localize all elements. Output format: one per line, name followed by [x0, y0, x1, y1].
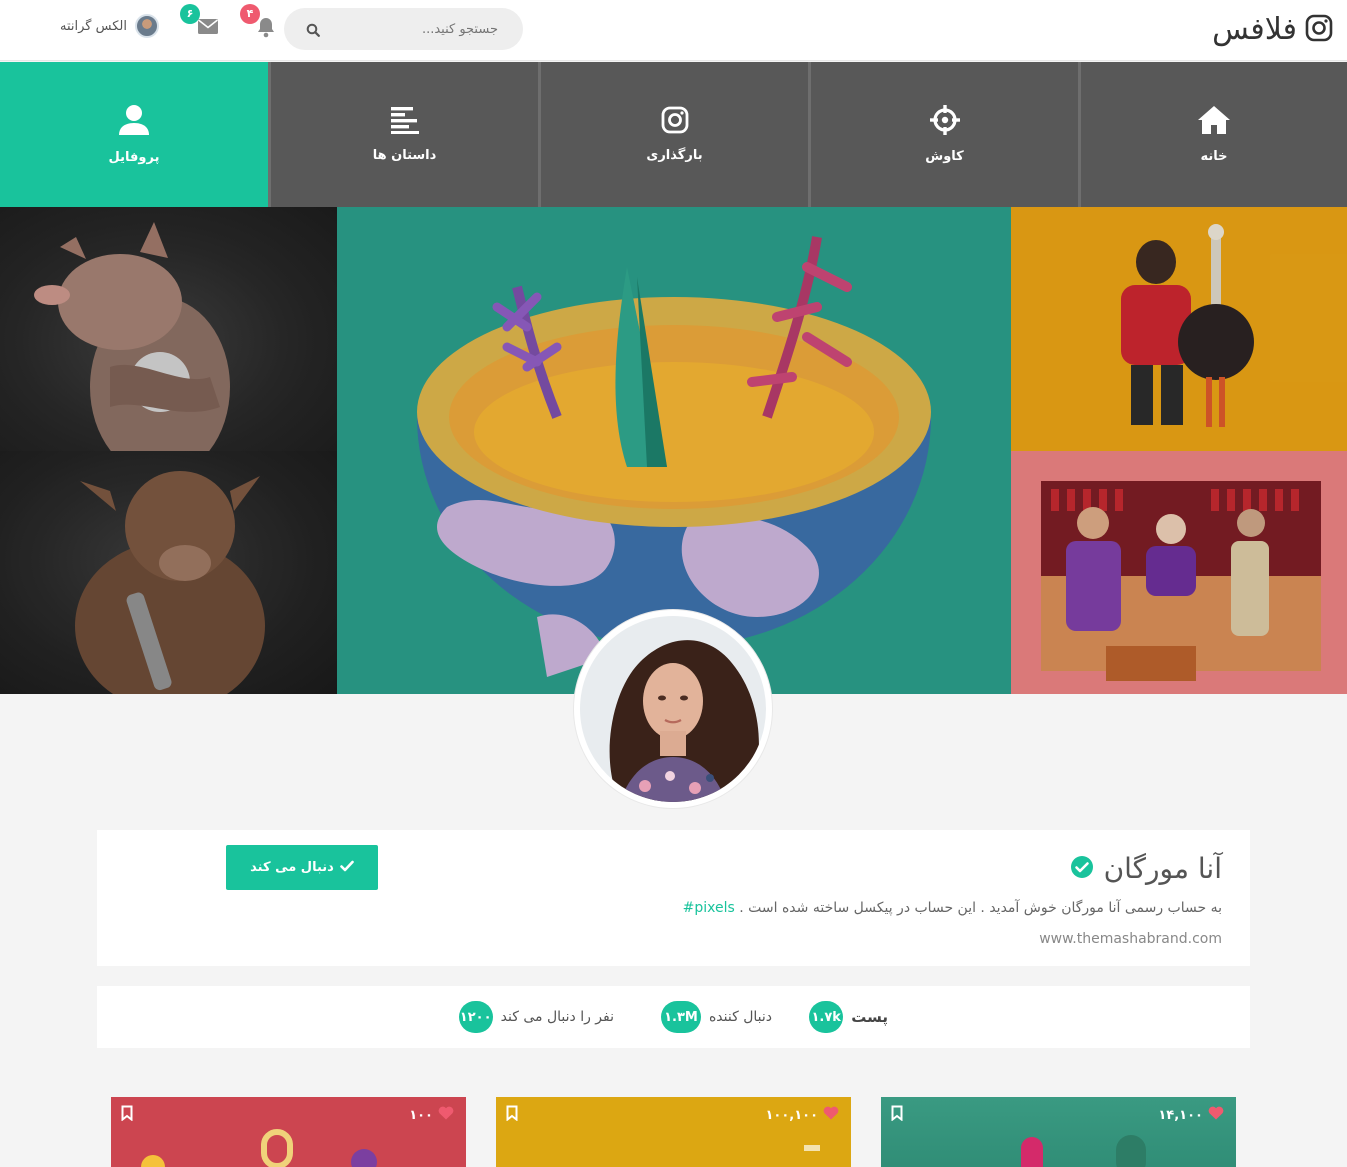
mail-icon[interactable]: [197, 18, 219, 39]
nav-label-explore: کاوش: [925, 149, 964, 164]
stat-posts-value: ۱.۷k: [809, 1001, 844, 1033]
bookmark-icon[interactable]: [506, 1105, 518, 1125]
home-icon: [1197, 105, 1231, 139]
post-image-shape: [141, 1155, 165, 1167]
heart-icon: [1208, 1106, 1224, 1124]
post-likes-count: ۱۴,۱۰۰: [1158, 1107, 1203, 1123]
post-image-shape: [1021, 1137, 1043, 1167]
nav-item-upload[interactable]: بارگذاری: [541, 62, 808, 207]
instagram-logo-icon: [1305, 14, 1333, 46]
profile-info-card: آنا مورگان به حساب رسمی آنا مورگان خوش آ…: [97, 830, 1250, 966]
top-bar: فلافس ۴ ۶ الکس گرانته: [0, 0, 1347, 61]
post-card[interactable]: ۱۰۰: [111, 1097, 466, 1167]
check-icon: [340, 860, 354, 876]
bio-text: به حساب رسمی آنا مورگان خوش آمدید . این …: [739, 900, 1222, 916]
cover-image-bull[interactable]: [0, 451, 337, 694]
post-likes-count: ۱۰۰: [409, 1107, 433, 1123]
profile-bio: به حساب رسمی آنا مورگان خوش آمدید . این …: [683, 900, 1222, 916]
nav-label-stories: داستان ها: [372, 148, 437, 163]
bio-hashtag[interactable]: pixels#: [683, 900, 735, 916]
cover-image-pig[interactable]: [0, 207, 337, 451]
follow-button[interactable]: دنبال می کند: [226, 845, 378, 890]
cover-image-bar[interactable]: [1011, 451, 1347, 694]
post-likes-count: ۱۰۰,۱۰۰: [765, 1107, 818, 1123]
logo[interactable]: فلافس: [1212, 12, 1333, 48]
user-icon: [117, 104, 151, 140]
stat-followers-label: دنبال کننده: [708, 1009, 772, 1025]
profile-name-row: آنا مورگان: [1070, 852, 1222, 885]
stat-following-label: نفر را دنبال می کند: [500, 1009, 614, 1025]
bell-icon[interactable]: [256, 16, 276, 42]
stat-posts[interactable]: پست ۱.۷k: [809, 1001, 888, 1033]
stat-followers[interactable]: دنبال کننده ۱.۳M: [660, 1001, 772, 1033]
nav-item-stories[interactable]: داستان ها: [271, 62, 538, 207]
nav-label-profile: پروفایل: [108, 150, 160, 165]
nav-label-upload: بارگذاری: [646, 148, 703, 163]
post-likes[interactable]: ۱۴,۱۰۰: [1158, 1106, 1224, 1124]
post-card[interactable]: ۱۰۰,۱۰۰: [496, 1097, 851, 1167]
post-image-shape: [351, 1149, 377, 1167]
cover-image-character[interactable]: [1011, 207, 1347, 451]
nav-item-explore[interactable]: کاوش: [811, 62, 1078, 207]
profile-photo: [580, 616, 766, 802]
instagram-icon: [661, 106, 689, 138]
heart-icon: [823, 1106, 839, 1124]
stat-followers-value: ۱.۳M: [660, 1001, 701, 1033]
stories-icon: [390, 106, 419, 138]
post-image-shape: [804, 1145, 820, 1151]
message-badge: ۶: [180, 4, 200, 24]
user-menu[interactable]: الکس گرانته: [60, 14, 159, 38]
profile-stats: پست ۱.۷k دنبال کننده ۱.۳M نفر را دنبال م…: [97, 986, 1250, 1048]
stat-following-value: ۱۲۰۰: [458, 1001, 493, 1033]
crosshair-icon: [929, 105, 960, 139]
stat-posts-label: پست: [851, 1008, 888, 1026]
logo-text: فلافس: [1212, 12, 1297, 47]
stat-following[interactable]: نفر را دنبال می کند ۱۲۰۰: [458, 1001, 614, 1033]
user-name[interactable]: الکس گرانته: [60, 19, 127, 34]
notification-badge: ۴: [240, 4, 260, 24]
post-likes[interactable]: ۱۰۰: [409, 1106, 454, 1124]
nav-item-home[interactable]: خانه: [1081, 62, 1347, 207]
bookmark-icon[interactable]: [891, 1105, 903, 1125]
search-input[interactable]: [328, 8, 498, 50]
check-circle-icon: [1070, 855, 1094, 883]
post-image-shape: [261, 1129, 293, 1167]
avatar[interactable]: [134, 14, 159, 38]
nav-item-profile[interactable]: پروفایل: [0, 62, 268, 207]
post-likes[interactable]: ۱۰۰,۱۰۰: [765, 1106, 839, 1124]
follow-button-label: دنبال می کند: [250, 860, 334, 875]
post-image-shape: [1116, 1135, 1146, 1167]
main-nav: پروفایل داستان ها بارگذاری کاوش خانه: [0, 62, 1347, 207]
profile-picture[interactable]: [574, 610, 772, 808]
profile-website[interactable]: www.themashabrand.com: [1039, 931, 1222, 947]
profile-name: آنا مورگان: [1103, 852, 1222, 885]
heart-icon: [438, 1106, 454, 1124]
nav-label-home: خانه: [1200, 149, 1228, 164]
bookmark-icon[interactable]: [121, 1105, 133, 1125]
post-card[interactable]: ۱۴,۱۰۰: [881, 1097, 1236, 1167]
search-icon[interactable]: [306, 22, 320, 41]
search-box[interactable]: [284, 8, 523, 50]
